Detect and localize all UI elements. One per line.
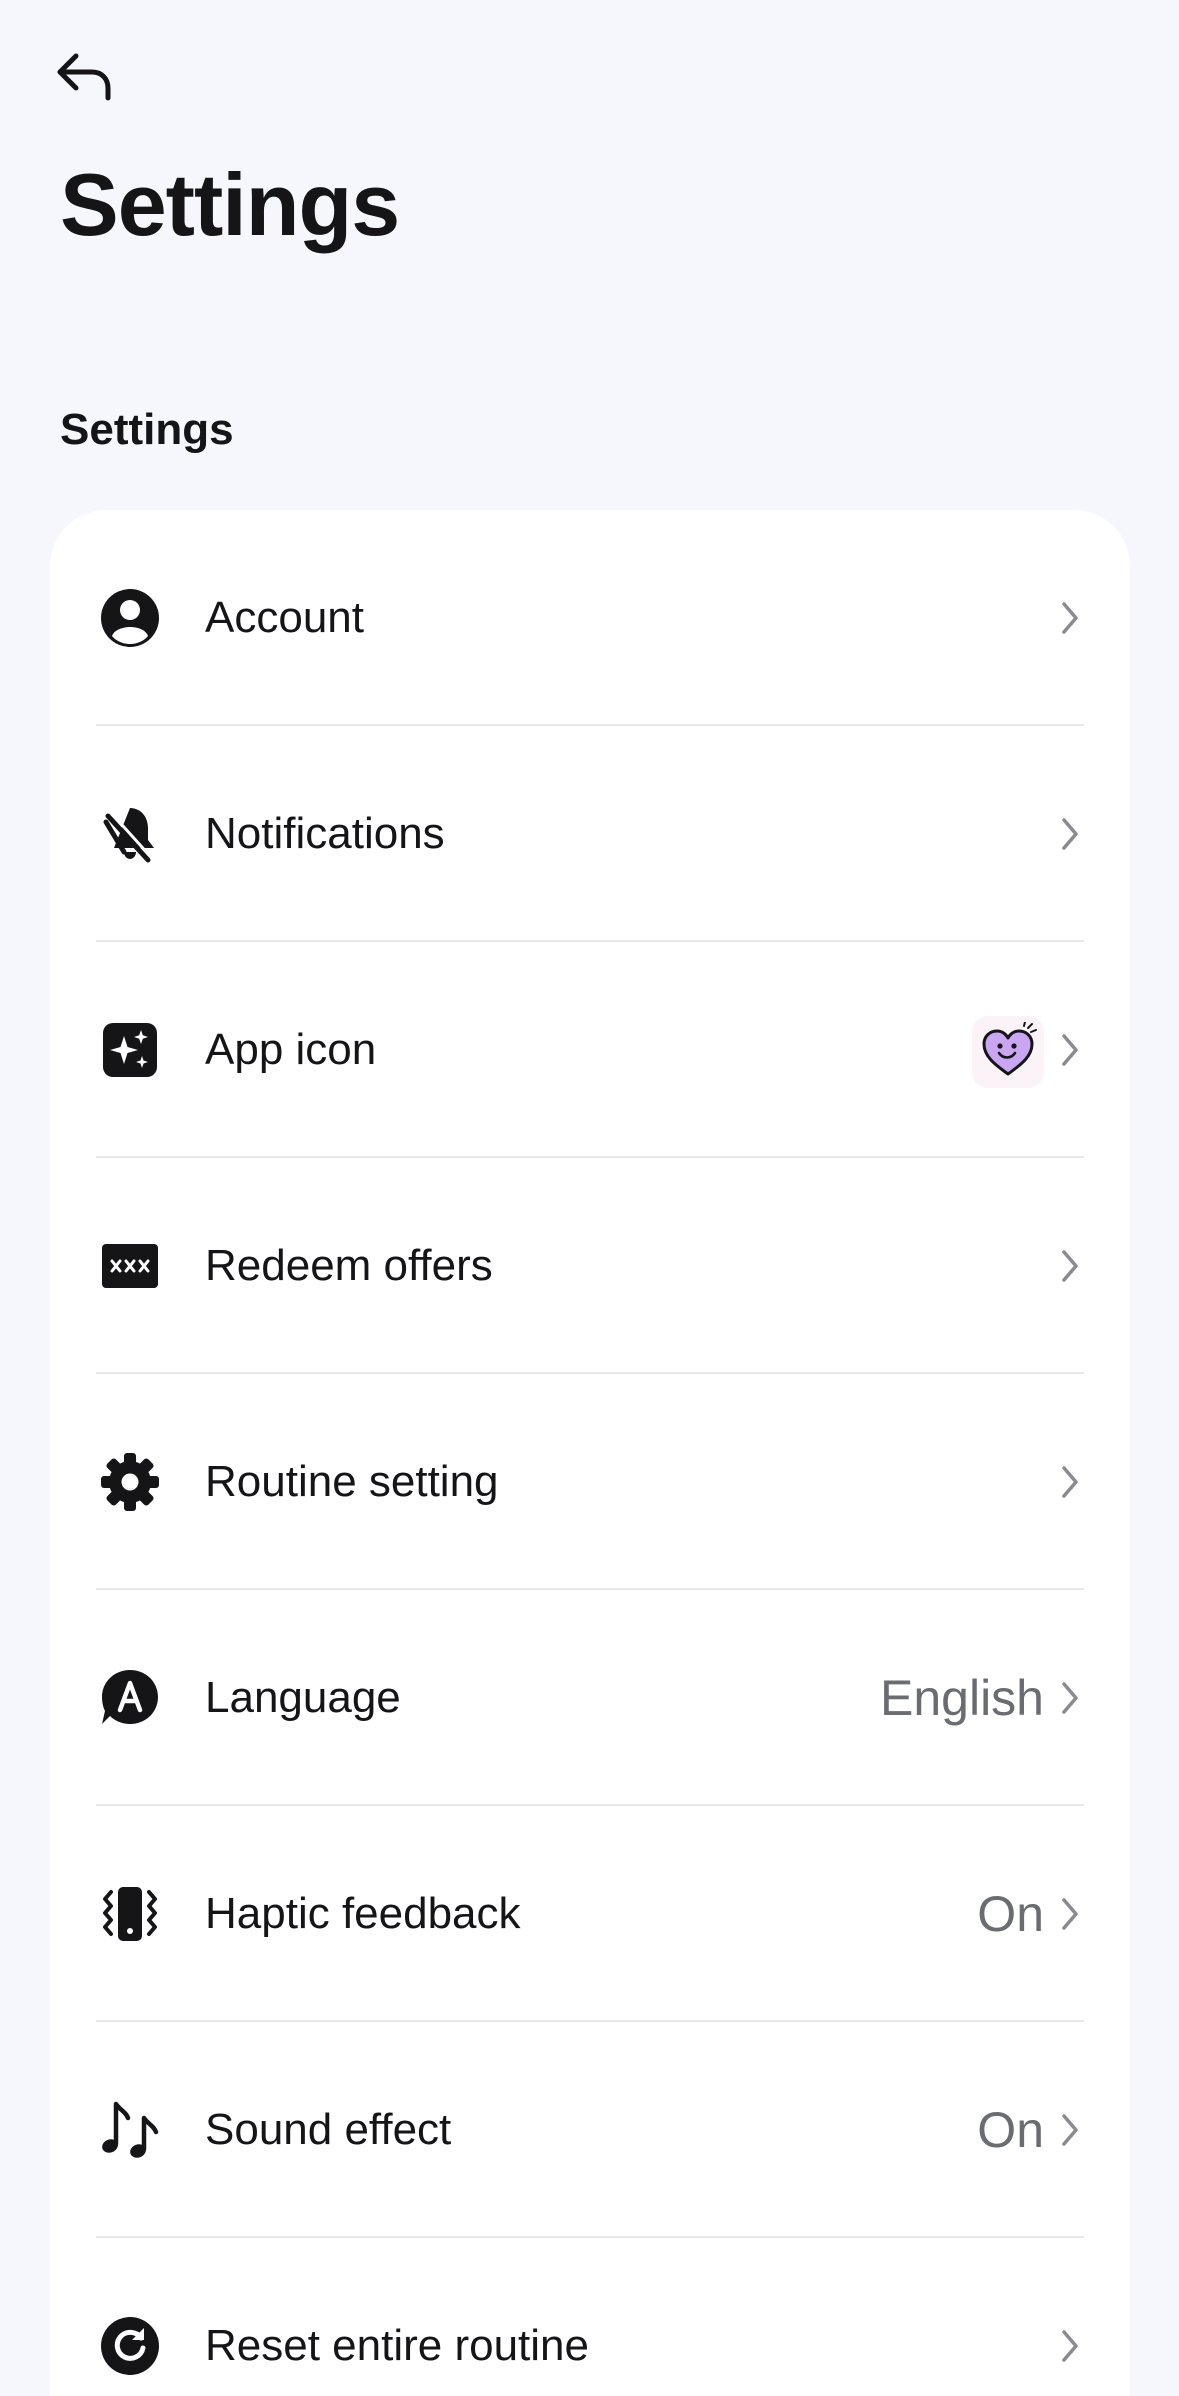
page-title: Settings bbox=[60, 155, 400, 254]
settings-item-language[interactable]: Language English bbox=[50, 1590, 1130, 1806]
settings-card: Account Notifications App icon Redeem of… bbox=[50, 510, 1130, 2396]
chevron-right-icon bbox=[1050, 1462, 1090, 1502]
chevron-right-icon bbox=[1050, 1678, 1090, 1718]
settings-item-account[interactable]: Account bbox=[50, 510, 1130, 726]
settings-item-redeem-offers[interactable]: Redeem offers bbox=[50, 1158, 1130, 1374]
settings-item-value: On bbox=[977, 1886, 1044, 1942]
music-note-icon bbox=[100, 2100, 160, 2160]
account-icon bbox=[100, 588, 160, 648]
settings-item-notifications[interactable]: Notifications bbox=[50, 726, 1130, 942]
current-app-icon-preview bbox=[972, 1016, 1044, 1088]
reset-icon bbox=[100, 2316, 160, 2376]
heart-face-icon bbox=[982, 1022, 1037, 1076]
chevron-right-icon bbox=[1050, 2326, 1090, 2366]
bell-off-icon bbox=[100, 804, 160, 864]
settings-item-reset-routine[interactable]: Reset entire routine bbox=[50, 2238, 1130, 2396]
settings-item-label: Reset entire routine bbox=[205, 2321, 589, 2370]
chevron-right-icon bbox=[1050, 1246, 1090, 1286]
chevron-right-icon bbox=[1050, 598, 1090, 638]
settings-item-label: Routine setting bbox=[205, 1457, 499, 1506]
settings-item-value: On bbox=[977, 2102, 1044, 2158]
vibration-icon bbox=[100, 1884, 160, 1944]
code-card-icon bbox=[100, 1236, 160, 1296]
settings-item-label: Account bbox=[205, 593, 364, 642]
settings-item-label: Language bbox=[205, 1673, 401, 1722]
settings-item-label: Redeem offers bbox=[205, 1241, 493, 1290]
settings-item-label: Notifications bbox=[205, 809, 445, 858]
chevron-right-icon bbox=[1050, 1894, 1090, 1934]
settings-screen: Settings Settings Account Notifications … bbox=[0, 0, 1179, 2396]
settings-item-routine-setting[interactable]: Routine setting bbox=[50, 1374, 1130, 1590]
chevron-right-icon bbox=[1050, 2110, 1090, 2150]
language-icon bbox=[100, 1668, 160, 1728]
settings-item-label: Haptic feedback bbox=[205, 1889, 521, 1938]
section-title: Settings bbox=[60, 405, 234, 454]
settings-item-sound-effect[interactable]: Sound effect On bbox=[50, 2022, 1130, 2238]
settings-item-value: English bbox=[880, 1670, 1044, 1726]
settings-item-app-icon[interactable]: App icon bbox=[50, 942, 1130, 1158]
back-button[interactable] bbox=[48, 44, 120, 110]
back-arrow-icon bbox=[57, 53, 111, 101]
gear-icon bbox=[100, 1452, 160, 1512]
chevron-right-icon bbox=[1050, 814, 1090, 854]
sparkle-icon bbox=[100, 1020, 160, 1080]
settings-item-label: Sound effect bbox=[205, 2105, 452, 2154]
settings-item-label: App icon bbox=[205, 1025, 377, 1074]
settings-item-haptic-feedback[interactable]: Haptic feedback On bbox=[50, 1806, 1130, 2022]
chevron-right-icon bbox=[1050, 1030, 1090, 1070]
